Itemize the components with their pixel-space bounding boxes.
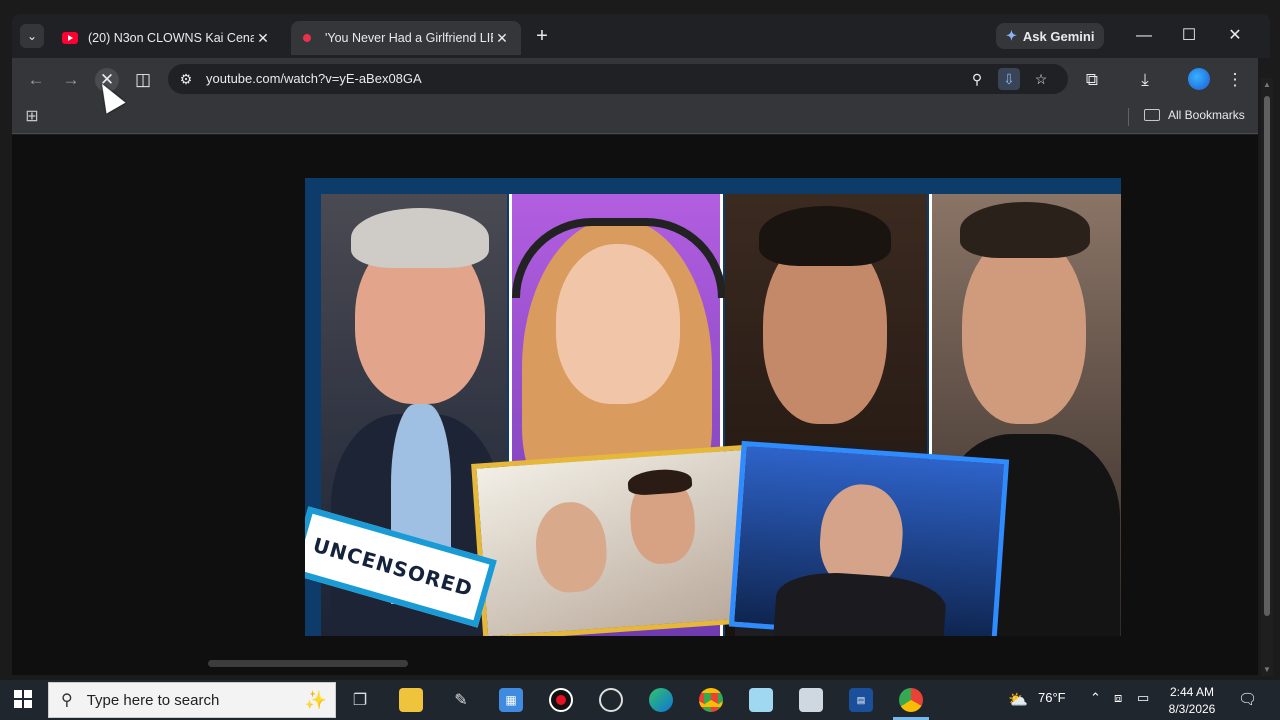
- notepad-icon[interactable]: [749, 688, 773, 712]
- horizontal-scrollbar[interactable]: [208, 660, 408, 667]
- split-view-icon[interactable]: ◫: [131, 68, 155, 92]
- tab-search-dropdown-icon[interactable]: ⌄: [20, 24, 44, 48]
- calculator-icon[interactable]: ▦: [499, 688, 523, 712]
- taskbar-search-box[interactable]: ⚲ Type here to search ✨: [48, 682, 336, 718]
- ask-gemini-button[interactable]: ✦ Ask Gemini: [996, 23, 1105, 49]
- scrollbar-thumb[interactable]: [1264, 96, 1270, 616]
- search-highlight-icon: ✨: [304, 689, 327, 710]
- all-bookmarks-button[interactable]: All Bookmarks: [1144, 108, 1245, 122]
- weather-icon[interactable]: ⛅: [1008, 690, 1028, 710]
- folder-icon: [1144, 109, 1160, 121]
- install-app-icon[interactable]: ⇩: [998, 68, 1020, 90]
- snipping-tool-icon[interactable]: [799, 688, 823, 712]
- task-view-icon[interactable]: ❐: [348, 688, 372, 712]
- notifications-icon[interactable]: 🗨: [1238, 690, 1257, 708]
- maximize-button[interactable]: ☐: [1179, 26, 1199, 46]
- video-thumbnail[interactable]: UNCENSORED: [305, 178, 1121, 636]
- chrome-active-icon[interactable]: [893, 688, 929, 720]
- tab-n3on[interactable]: (20) N3on CLOWNS Kai Cenat's ✕: [52, 21, 282, 55]
- clock-date: 8/3/2026: [1168, 702, 1216, 716]
- battery-icon[interactable]: ▭: [1137, 690, 1149, 706]
- all-bookmarks-label: All Bookmarks: [1168, 108, 1245, 122]
- tab-close-icon[interactable]: ✕: [254, 30, 272, 47]
- gemini-spark-icon: ✦: [1006, 28, 1017, 43]
- bookmarks-bar: [12, 100, 1258, 134]
- back-arrow-icon[interactable]: ←: [24, 68, 48, 92]
- tray-chevron-icon[interactable]: ⌃: [1090, 690, 1101, 706]
- network-icon[interactable]: ⧈: [1114, 690, 1122, 706]
- paint-icon[interactable]: ✎: [449, 688, 473, 712]
- close-window-button[interactable]: ✕: [1225, 26, 1245, 46]
- inset-photo-yellow: [471, 444, 763, 636]
- video-editor-icon[interactable]: ▤: [849, 688, 873, 712]
- taskbar-clock[interactable]: 2:44 AM 8/3/2026: [1164, 684, 1220, 718]
- forward-arrow-icon[interactable]: →: [59, 68, 83, 92]
- search-placeholder: Type here to search: [86, 691, 220, 709]
- minimize-button[interactable]: —: [1134, 26, 1154, 46]
- url-text[interactable]: youtube.com/watch?v=yE-aBex08GA: [206, 71, 422, 86]
- youtube-favicon-icon: [62, 32, 78, 44]
- bookmarks-separator: [1128, 108, 1129, 126]
- recording-dot-icon: [303, 34, 311, 42]
- extensions-icon[interactable]: ⧉: [1080, 68, 1104, 92]
- scroll-up-icon[interactable]: ▲: [1263, 80, 1271, 89]
- tab-girlfriend[interactable]: 'You Never Had a Girlfriend LIE ✕: [291, 21, 521, 55]
- screen: ⌄ (20) N3on CLOWNS Kai Cenat's ✕ 'You Ne…: [0, 0, 1280, 720]
- clock-time: 2:44 AM: [1169, 685, 1215, 699]
- downloads-icon[interactable]: ⤓: [1133, 68, 1157, 92]
- edge-icon[interactable]: [649, 688, 673, 712]
- vertical-scrollbar[interactable]: ▲ ▼: [1261, 78, 1273, 676]
- site-settings-icon[interactable]: ⚙: [175, 68, 197, 90]
- weather-temp[interactable]: 76°F: [1038, 690, 1066, 705]
- inset-photo-blue: [728, 440, 1010, 636]
- bookmark-star-icon[interactable]: ☆: [1030, 68, 1052, 90]
- ask-gemini-label: Ask Gemini: [1022, 28, 1095, 44]
- obs-icon[interactable]: [599, 688, 623, 712]
- tab-close-icon[interactable]: ✕: [493, 30, 511, 47]
- chrome-icon[interactable]: [699, 688, 723, 712]
- file-explorer-icon[interactable]: [399, 688, 423, 712]
- menu-kebab-icon[interactable]: ⋮: [1223, 68, 1247, 92]
- record-icon[interactable]: [549, 688, 573, 712]
- tab-title: 'You Never Had a Girlfriend LIE: [325, 31, 493, 45]
- zoom-icon[interactable]: ⚲: [966, 68, 988, 90]
- windows-start-icon[interactable]: [14, 690, 32, 708]
- scroll-down-icon[interactable]: ▼: [1263, 665, 1271, 674]
- apps-grid-icon[interactable]: ⊞: [22, 106, 42, 126]
- search-icon: ⚲: [61, 692, 73, 709]
- tab-title: (20) N3on CLOWNS Kai Cenat's: [88, 31, 254, 45]
- new-tab-button[interactable]: +: [532, 26, 552, 46]
- profile-avatar[interactable]: [1188, 68, 1210, 90]
